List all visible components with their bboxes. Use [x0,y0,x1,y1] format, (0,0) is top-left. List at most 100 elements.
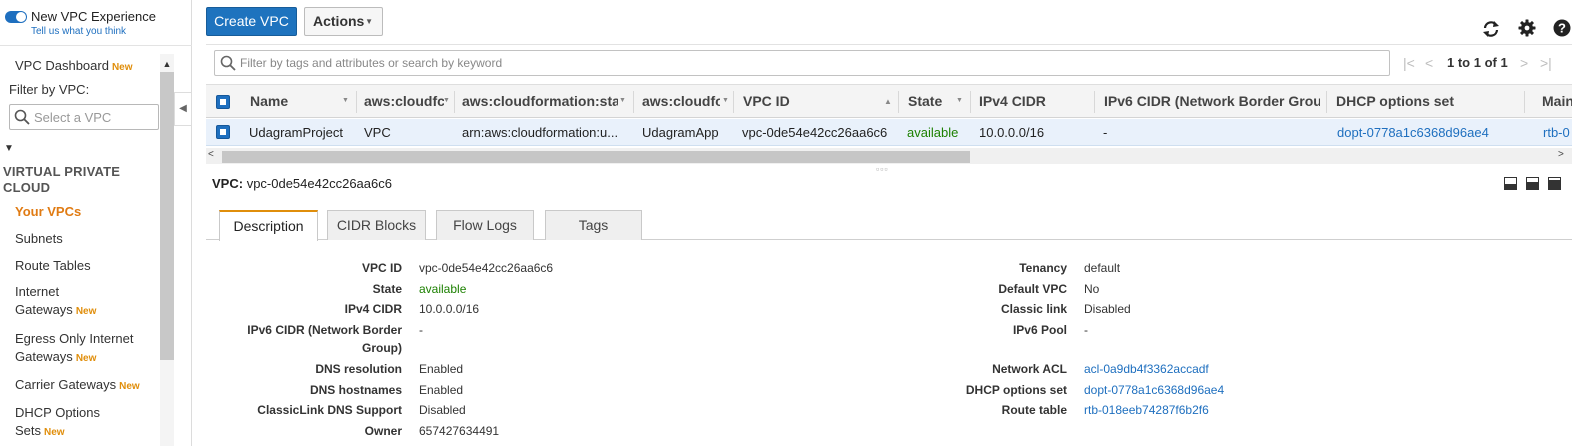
sidebar-item-vpc-dashboard[interactable]: VPC Dashboard New [15,57,133,77]
sidebar-item-label: Gateways [15,302,73,317]
column-divider[interactable] [898,91,899,113]
select-all-checkbox[interactable] [216,95,230,109]
column-header-main-route-table[interactable]: Main [1542,93,1572,109]
tell-us-link[interactable]: Tell us what you think [31,26,126,37]
create-vpc-button[interactable]: Create VPC [206,7,297,36]
column-divider[interactable] [733,91,734,113]
sidebar-item-label: Gateways [15,349,73,364]
detail-pane-title: VPC: vpc-0de54e42cc26aa6c6 [212,176,392,191]
label-vpc-id: VPC ID [361,261,402,275]
column-divider[interactable] [1094,91,1095,113]
column-header-name[interactable]: Name [250,93,342,109]
sort-ascending-icon[interactable]: ▲ [884,97,892,106]
sidebar-item-label: Egress Only Internet [15,331,134,346]
column-header-ipv4-cidr[interactable]: IPv4 CIDR [979,93,1079,109]
search-icon [220,55,236,74]
label-state: State [372,282,402,296]
tab-description[interactable]: Description [219,210,318,241]
sidebar-item-your-vpcs[interactable]: Your VPCs [15,203,81,221]
cell-state: available [907,125,959,140]
cell-main-route-table-link[interactable]: rtb-0 [1543,125,1572,140]
toggle-label: New VPC Experience [31,9,156,24]
resize-handle-icon[interactable]: ▫▫▫ [876,164,889,174]
pane-size-small-icon[interactable] [1504,177,1517,190]
actions-label: Actions [313,13,365,29]
sidebar-item-carrier-gateways[interactable]: Carrier Gateways New [15,376,140,396]
first-page-icon[interactable]: |< [1403,55,1415,71]
column-header-aws-cloudformation-logical-id[interactable]: aws:cloudfc [364,93,444,109]
pane-size-large-icon[interactable] [1548,177,1561,190]
column-divider[interactable] [356,91,357,113]
tab-tags[interactable]: Tags [545,210,642,240]
label-owner: Owner [364,424,402,438]
gear-icon[interactable] [1518,19,1538,39]
sidebar-scroll-thumb[interactable] [160,72,174,360]
value-ipv6-pool: - [1084,323,1088,337]
sidebar-item-internet-gateways[interactable]: Internet Gateways New [15,283,96,321]
new-vpc-experience-toggle[interactable] [5,11,27,23]
cell-dhcp-options-link[interactable]: dopt-0778a1c6368d96ae4 [1337,125,1519,140]
sidebar-item-subnets[interactable]: Subnets [15,230,63,248]
column-header-dhcp-options-set[interactable]: DHCP options set [1336,93,1516,109]
last-page-icon[interactable]: >| [1540,55,1552,71]
actions-dropdown-button[interactable]: Actions ▼ [304,7,383,36]
column-divider[interactable] [633,91,634,113]
refresh-icon[interactable] [1481,19,1501,39]
cell-name: UdagramProject [249,125,343,140]
horizontal-scroll-thumb[interactable] [222,151,970,163]
filter-search-input[interactable]: Filter by tags and attributes or search … [214,50,1390,76]
vpc-filter-select[interactable]: Select a VPC [9,104,159,130]
tab-flow-logs[interactable]: Flow Logs [436,210,534,240]
column-divider[interactable] [454,91,455,113]
scroll-right-icon[interactable]: > [1558,149,1564,160]
label-classic-link: Classic link [1000,302,1067,316]
sidebar-item-route-tables[interactable]: Route Tables [15,257,91,275]
svg-text:?: ? [1558,21,1566,36]
dhcp-options-set-link[interactable]: dopt-0778a1c6368d96ae4 [1084,383,1224,397]
collapse-sidebar-button[interactable]: ◀ [174,92,192,126]
sidebar-item-label: DHCP Options [15,405,101,420]
column-divider[interactable] [1326,91,1327,113]
help-icon[interactable]: ? [1553,19,1572,39]
label-ipv6-cidr-line2: Group) [362,341,402,355]
column-header-state[interactable]: State [908,93,954,109]
new-badge: New [111,62,133,73]
sort-caret-icon[interactable]: ▼ [956,97,963,104]
sidebar-item-egress-only-internet-gateways[interactable]: Egress Only Internet Gateways New [15,330,134,368]
column-header-vpc-id[interactable]: VPC ID [743,93,873,109]
previous-page-icon[interactable]: < [1425,55,1433,71]
next-page-icon[interactable]: > [1520,55,1528,71]
value-ipv6-cidr: - [419,323,423,337]
value-classiclink-dns-support: Disabled [419,403,466,417]
cell-cf-logical-id: VPC [364,125,391,140]
table-row[interactable]: UdagramProject VPC arn:aws:cloudformatio… [206,119,1572,146]
sort-caret-icon[interactable]: ▼ [619,97,626,104]
value-default-vpc: No [1084,282,1100,296]
network-acl-link[interactable]: acl-0a9db4f3362accadf [1084,362,1209,376]
tab-cidr-blocks[interactable]: CIDR Blocks [327,210,426,240]
value-dns-hostnames: Enabled [419,383,464,397]
scroll-left-icon[interactable]: < [208,149,214,160]
route-table-link[interactable]: rtb-018eeb74287f6b2f6 [1084,403,1209,417]
new-badge: New [44,427,65,438]
sidebar-item-label: VPC Dashboard [15,58,109,73]
sidebar-nav: VPC Dashboard New Filter by VPC: Select a… [0,54,174,446]
sidebar-item-dhcp-options-sets[interactable]: DHCP Options Sets New [15,404,100,442]
column-divider[interactable] [1524,91,1525,113]
filter-by-vpc-label: Filter by VPC: [9,82,90,97]
divider [0,45,192,46]
detail-title-value: vpc-0de54e42cc26aa6c6 [246,176,392,191]
column-header-aws-cloudformation-stack-id[interactable]: aws:cloudformation:stac [462,93,618,109]
pane-size-medium-icon[interactable] [1526,177,1539,190]
chevron-down-icon: ▼ [365,17,373,26]
new-badge: New [75,306,97,317]
sort-caret-icon[interactable]: ▼ [722,97,729,104]
column-header-aws-cloudformation-stack-name[interactable]: aws:cloudfo [642,93,720,109]
caret-down-icon[interactable]: ▼ [4,143,14,154]
sort-caret-icon[interactable]: ▼ [342,97,349,104]
column-divider[interactable] [970,91,971,113]
row-checkbox[interactable] [216,125,230,139]
chevron-up-icon[interactable]: ▲ [160,57,174,71]
column-header-ipv6-cidr[interactable]: IPv6 CIDR (Network Border Group [1104,93,1320,109]
sort-caret-icon[interactable]: ▼ [443,97,450,104]
